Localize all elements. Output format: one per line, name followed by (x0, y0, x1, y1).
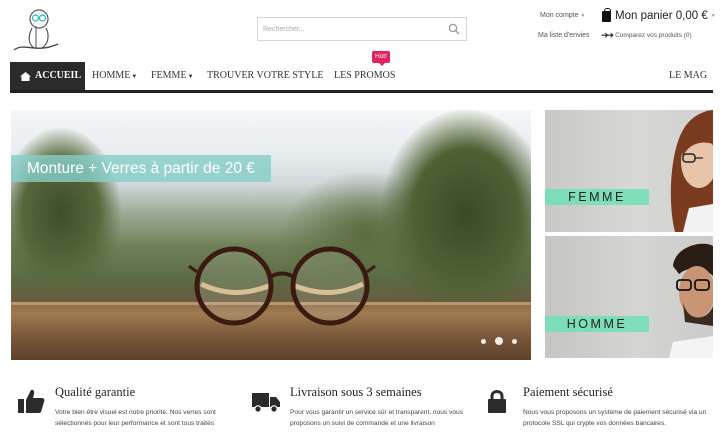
nav-item-accueil[interactable]: ACCUEIL (10, 62, 85, 90)
hot-badge: Hot! (372, 51, 390, 66)
hero-caption[interactable]: Monture + Verres à partir de 20 € (11, 155, 271, 182)
compare-arrows-icon: ➔➔ (601, 30, 614, 40)
feature-text: Votre bien être visuel est notre priorit… (55, 409, 216, 427)
feature-title: Livraison sous 3 semaines (290, 385, 422, 399)
site-header: Mon compte▼ Ma liste d'envies Mon panier… (0, 0, 720, 62)
search-input[interactable] (258, 18, 438, 41)
banner-label: FEMME (545, 189, 649, 205)
compare-link[interactable]: ➔➔ Comparez vos produits (0) (601, 30, 692, 41)
wishlist-link[interactable]: Ma liste d'envies (538, 32, 590, 39)
banner-femme[interactable]: FEMME (545, 110, 713, 232)
account-menu[interactable]: Mon compte ▼ (540, 12, 585, 19)
lock-icon (488, 390, 506, 413)
hero-slider[interactable]: Monture + Verres à partir de 20 € (11, 110, 531, 360)
round-glasses-image (188, 246, 376, 326)
caret-down-icon: ▼ (187, 74, 194, 80)
slider-dot[interactable] (481, 338, 486, 344)
cart-label: Mon panier (615, 10, 673, 22)
slider-dot-active[interactable] (495, 337, 503, 345)
main-nav: ACCUEIL HOMME▼ FEMME▼ TROUVER VOTRE STYL… (10, 51, 713, 93)
nav-item-le-mag[interactable]: LE MAG (669, 62, 707, 90)
slider-dot[interactable] (512, 338, 517, 344)
search-icon[interactable] (448, 23, 460, 35)
compare-label: Comparez vos produits (0) (615, 32, 692, 39)
search-box[interactable] (257, 17, 467, 41)
home-icon (20, 71, 31, 81)
feature-text: Pour vous garantir un service sûr et tra… (290, 409, 463, 427)
nav-label: ACCUEIL (35, 70, 82, 81)
background-trees (11, 128, 121, 298)
feature-title: Qualité garantie (55, 385, 136, 399)
feature-text: Nous vous proposons un système de paieme… (523, 409, 707, 427)
thumbs-up-icon (18, 389, 45, 413)
owl-logo[interactable] (10, 4, 62, 56)
caret-down-icon: ▼ (131, 74, 138, 80)
nav-item-femme[interactable]: FEMME▼ (151, 62, 194, 90)
feature-title: Paiement sécurisé (523, 385, 613, 399)
cart-total: 0,00 € (675, 10, 708, 22)
nav-label: FEMME (151, 70, 187, 81)
banner-label: HOMME (545, 316, 649, 332)
truck-icon (252, 393, 280, 413)
shopping-bag-icon (602, 7, 611, 22)
slider-dots (481, 337, 526, 345)
chevron-down-icon: ▼ (710, 13, 716, 19)
woman-portrait-image (670, 110, 713, 232)
account-label: Mon compte (540, 12, 579, 19)
banner-homme[interactable]: HOMME (545, 236, 713, 358)
cart-button[interactable]: Mon panier 0,00 € ▼ (602, 7, 716, 22)
nav-item-homme[interactable]: HOMME▼ (92, 62, 137, 90)
man-portrait-image (669, 243, 713, 358)
nav-item-trouver-style[interactable]: TROUVER VOTRE STYLE (207, 62, 323, 90)
nav-item-promos[interactable]: LES PROMOS (334, 62, 395, 90)
chevron-down-icon: ▼ (580, 13, 586, 19)
nav-label: HOMME (92, 70, 131, 81)
